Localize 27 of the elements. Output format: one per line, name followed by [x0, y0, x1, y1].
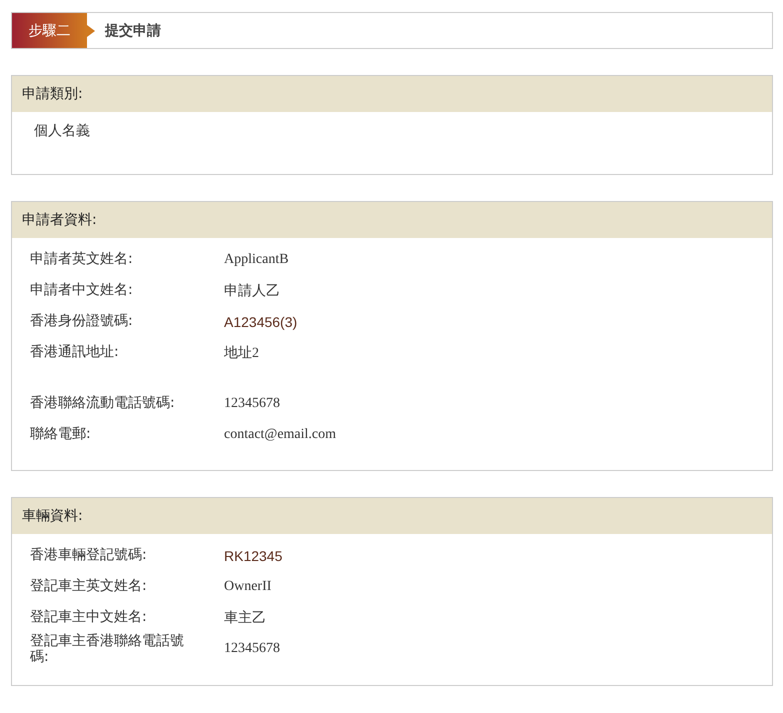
field-label: 香港聯絡流動電話號碼: — [30, 395, 176, 412]
field-label: 申請者中文姓名: — [30, 282, 134, 299]
field-value: 地址2 — [224, 344, 259, 362]
field-value: A123456(3) — [224, 314, 298, 330]
field-label: 香港身份證號碼: — [30, 313, 134, 330]
section-heading: 申請者資料: — [12, 202, 772, 238]
arrow-icon — [87, 24, 95, 36]
field-value: 12345678 — [224, 396, 280, 412]
field-value: RK12345 — [224, 548, 282, 564]
field-label: 香港通訊地址: — [30, 344, 120, 361]
field-value: 12345678 — [224, 641, 280, 658]
section-heading: 車輛資料: — [12, 498, 772, 534]
field-value: OwnerII — [224, 578, 272, 594]
field-label: 香港車輛登記號碼: — [30, 547, 148, 564]
step-title: 提交申請 — [105, 22, 161, 40]
step-badge: 步驟二 — [12, 13, 87, 48]
section-heading: 申請類別: — [12, 76, 772, 112]
field-label: 聯絡電郵: — [30, 426, 92, 443]
field-value: 申請人乙 — [224, 282, 280, 300]
field-label: 登記車主英文姓名: — [30, 578, 148, 595]
category-value: 個人名義 — [34, 123, 90, 139]
field-label: 申請者英文姓名: — [30, 251, 134, 268]
field-value: contact@email.com — [224, 426, 336, 442]
field-value: ApplicantB — [224, 252, 289, 268]
field-label: 登記車主中文姓名: — [30, 609, 148, 626]
field-label: 登記車主香港聯絡電話號碼: — [30, 633, 185, 666]
field-value: 車主乙 — [224, 609, 266, 626]
